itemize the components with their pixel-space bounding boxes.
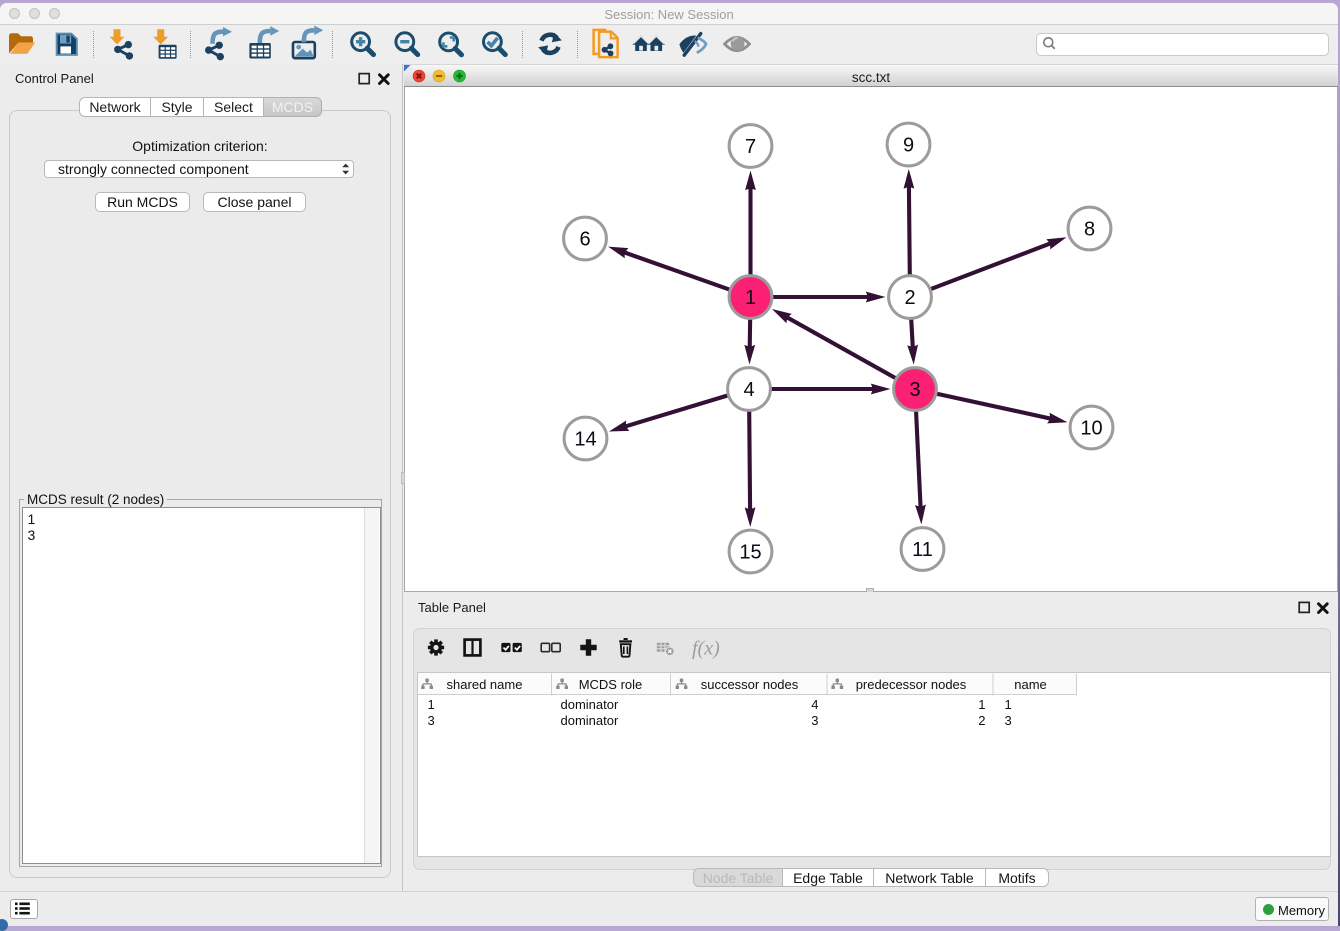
svg-text:3: 3 [909, 379, 920, 401]
svg-text:f(x): f(x) [692, 638, 720, 660]
svg-text:successor nodes: successor nodes [700, 677, 798, 692]
svg-text:14: 14 [574, 429, 596, 451]
svg-text:8: 8 [1084, 219, 1095, 241]
svg-text:1: 1 [745, 287, 756, 309]
svg-text:predecessor nodes: predecessor nodes [855, 677, 966, 692]
svg-text:7: 7 [745, 136, 756, 158]
svg-text:10: 10 [1080, 418, 1102, 440]
svg-text:9: 9 [903, 135, 914, 157]
svg-text:15: 15 [739, 542, 761, 564]
svg-text:shared name: shared name [446, 677, 522, 692]
svg-text:dominator: dominator [560, 697, 618, 712]
svg-text:4: 4 [811, 697, 818, 712]
svg-text:name: name [1014, 677, 1047, 692]
svg-text:3: 3 [1004, 713, 1011, 728]
svg-text:1: 1 [978, 697, 985, 712]
svg-text:11: 11 [912, 539, 933, 561]
svg-text:3: 3 [427, 713, 434, 728]
svg-text:MCDS role: MCDS role [578, 677, 642, 692]
svg-text:6: 6 [579, 229, 590, 251]
svg-text:dominator: dominator [560, 713, 618, 728]
svg-text:3: 3 [811, 713, 818, 728]
svg-text:2: 2 [978, 713, 985, 728]
svg-text:4: 4 [743, 379, 754, 401]
svg-text:2: 2 [904, 287, 915, 309]
svg-text:1: 1 [427, 697, 434, 712]
svg-text:1: 1 [1004, 697, 1011, 712]
